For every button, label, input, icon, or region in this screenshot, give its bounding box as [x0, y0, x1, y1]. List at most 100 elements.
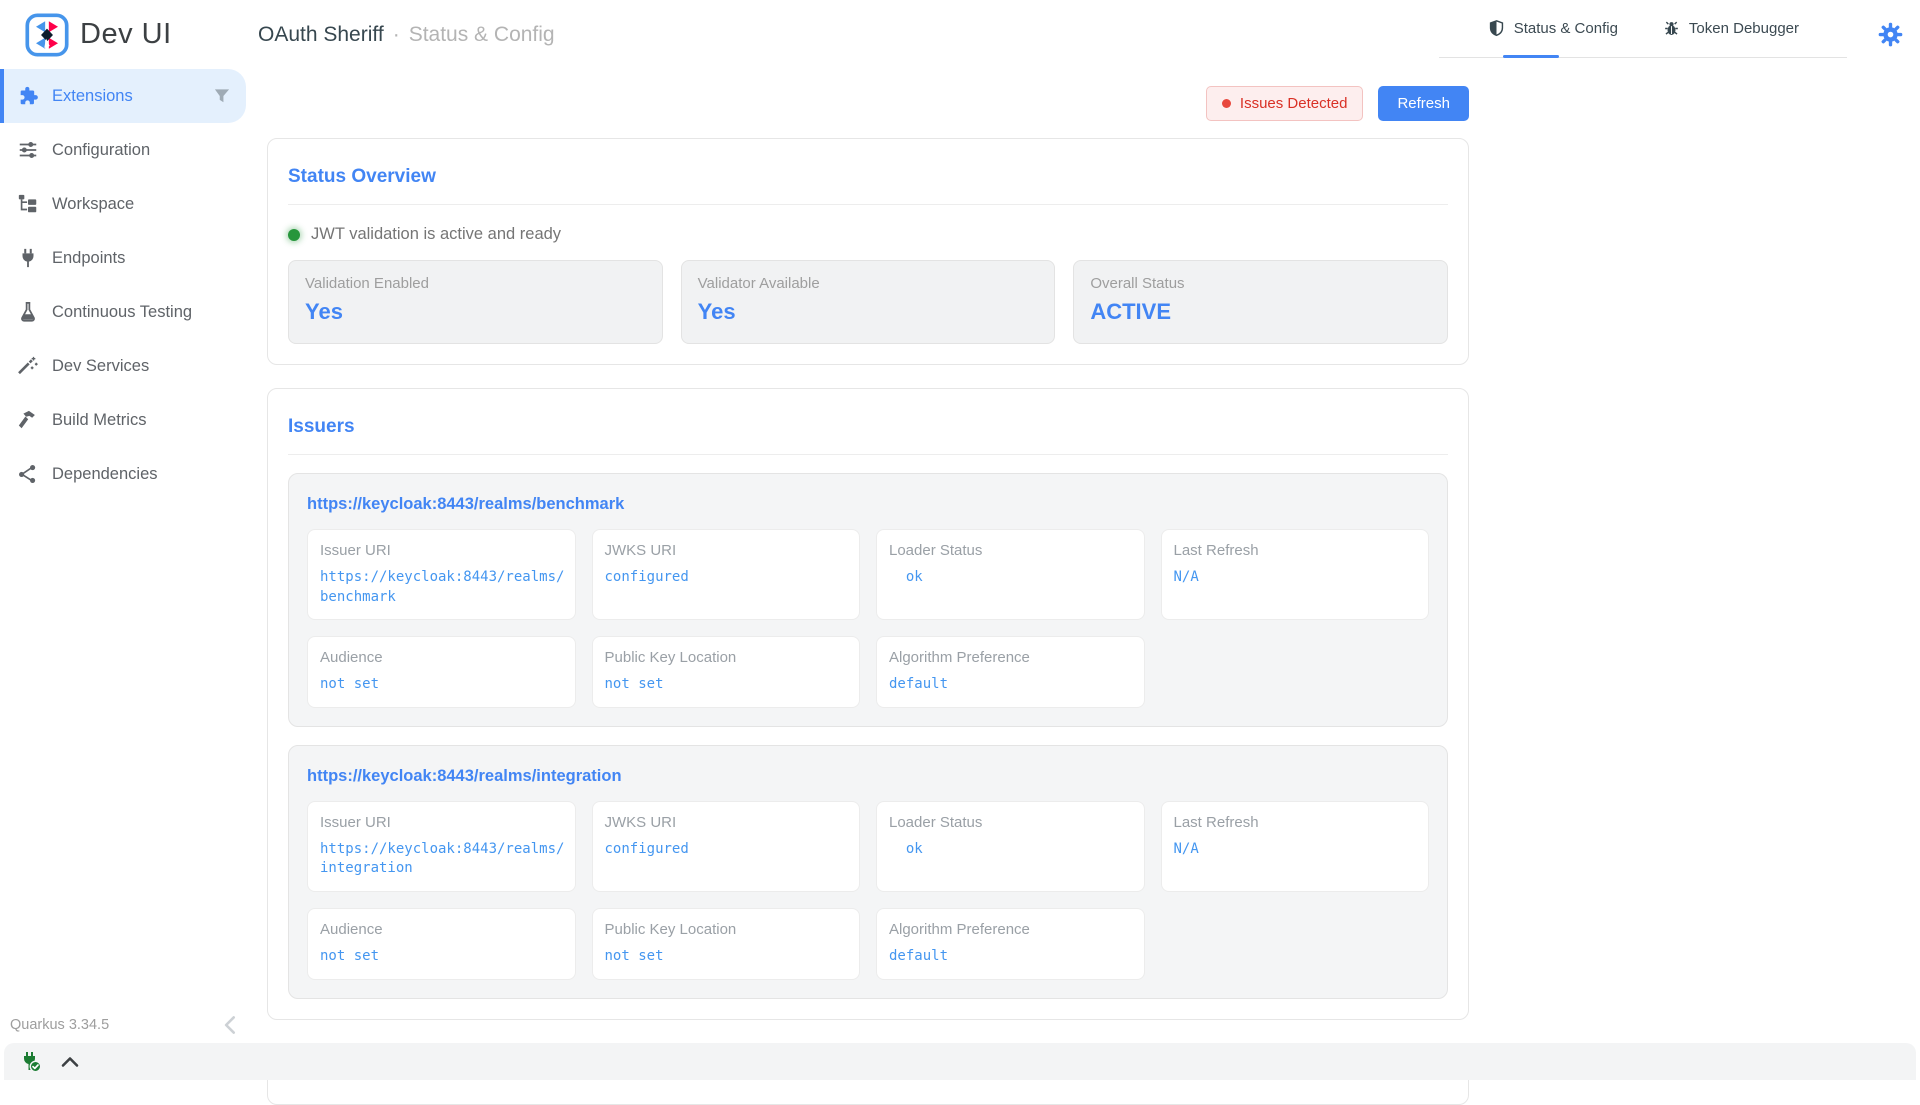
- field-label: Loader Status: [889, 542, 1140, 559]
- field-value: configured: [605, 568, 856, 588]
- page-title-subtitle: Status & Config: [409, 23, 555, 47]
- issuer-name: https://keycloak:8443/realms/integration: [307, 767, 1429, 786]
- tab-label: Token Debugger: [1689, 20, 1799, 37]
- sidebar-item-label: Extensions: [52, 87, 133, 106]
- plug-icon: [17, 247, 39, 269]
- field-value: ok: [889, 568, 1140, 588]
- tab-label: Status & Config: [1514, 20, 1618, 37]
- quarkus-version: Quarkus 3.34.5: [10, 1017, 109, 1033]
- dev-connection-plug-icon: [19, 1050, 43, 1074]
- sidebar: Extensions Configuration Workspace Endpoint…: [0, 69, 246, 1038]
- field-value: not set: [605, 947, 856, 967]
- shield-icon: [1487, 19, 1506, 38]
- sidebar-item-label: Workspace: [52, 195, 134, 214]
- stat-box-validator-available: Validator AvailableYes: [681, 260, 1056, 344]
- field-value: N/A: [1174, 840, 1425, 860]
- sidebar-item-dev-services[interactable]: Dev Services: [0, 339, 246, 393]
- stat-label: Validation Enabled: [305, 275, 646, 292]
- bug-icon: [1662, 19, 1681, 38]
- flask-icon: [17, 301, 39, 323]
- sidebar-item-endpoints[interactable]: Endpoints: [0, 231, 246, 285]
- issues-detected-badge: Issues Detected: [1206, 86, 1364, 121]
- field-issuer-uri: Issuer URI https://keycloak:8443/realms/b…: [307, 529, 576, 620]
- field-label: Issuer URI: [320, 814, 571, 831]
- stat-box-overall-status: Overall StatusACTIVE: [1073, 260, 1448, 344]
- field-last-refresh: Last Refresh N/A: [1161, 801, 1430, 892]
- workspace-icon: [17, 193, 39, 215]
- sidebar-item-label: Dev Services: [52, 357, 149, 376]
- stat-value: ACTIVE: [1090, 299, 1431, 325]
- quarkus-logo-icon: [25, 13, 69, 57]
- field-jwks-uri: JWKS URIconfigured: [592, 801, 861, 892]
- brand: Dev UI: [0, 13, 246, 57]
- field-label: JWKS URI: [605, 542, 856, 559]
- main-content: Issues Detected Refresh Status Overview …: [246, 69, 1920, 1080]
- filter-funnel-icon[interactable]: [212, 86, 232, 106]
- field-value: https://keycloak:8443/realms/integration: [320, 840, 571, 879]
- field-label: Public Key Location: [605, 921, 856, 938]
- field-last-refresh: Last RefreshN/A: [1161, 529, 1430, 620]
- page-title-separator: ·: [393, 23, 400, 47]
- field-label: Last Refresh: [1174, 542, 1425, 559]
- field-jwks-uri: JWKS URI configured: [592, 529, 861, 620]
- field-loader-status: Loader Status ok: [876, 529, 1145, 620]
- field-value: not set: [320, 947, 571, 967]
- sidebar-item-dependencies[interactable]: Dependencies: [0, 447, 246, 501]
- field-issuer-uri: Issuer URI https://keycloak:8443/realms/i…: [307, 801, 576, 892]
- sidebar-item-workspace[interactable]: Workspace: [0, 177, 246, 231]
- sidebar-nav: Extensions Configuration Workspace Endpoint…: [0, 69, 246, 501]
- sidebar-item-extensions[interactable]: Extensions: [0, 69, 246, 123]
- actions-row: Issues Detected Refresh: [267, 86, 1469, 121]
- issuer-fields-row2: Audience not set Public Key Location not se…: [307, 908, 1429, 980]
- sidebar-item-label: Continuous Testing: [52, 303, 192, 322]
- field-label: Audience: [320, 921, 571, 938]
- field-audience: Audience not set: [307, 908, 576, 980]
- field-label: Loader Status: [889, 814, 1140, 831]
- issuer-fields-row1: Issuer URI https://keycloak:8443/realms/b…: [307, 529, 1429, 620]
- app-header: Dev UI OAuth Sheriff · Status & Config S…: [0, 0, 1920, 69]
- field-label: Algorithm Preference: [889, 649, 1140, 666]
- field-public-key-location: Public Key Locationnot set: [592, 636, 861, 708]
- tab-status-config[interactable]: Status & Config: [1465, 0, 1640, 57]
- footer-log-bar[interactable]: [4, 1043, 1916, 1080]
- page-title-main: OAuth Sheriff: [258, 23, 384, 47]
- field-label: Last Refresh: [1174, 814, 1425, 831]
- field-value: configured: [605, 840, 856, 860]
- sidebar-collapse-icon[interactable]: [218, 1012, 244, 1038]
- stat-label: Validator Available: [698, 275, 1039, 292]
- issuer-group: https://keycloak:8443/realms/integration…: [288, 745, 1448, 999]
- field-label: Public Key Location: [605, 649, 856, 666]
- settings-gear-icon[interactable]: [1877, 21, 1904, 48]
- tab-token-debugger[interactable]: Token Debugger: [1640, 0, 1821, 57]
- field-audience: Audiencenot set: [307, 636, 576, 708]
- field-loader-status: Loader Status ok: [876, 801, 1145, 892]
- field-label: Audience: [320, 649, 571, 666]
- issuer-name: https://keycloak:8443/realms/benchmark: [307, 495, 1429, 514]
- footer-expand-chevron-up-icon[interactable]: [58, 1050, 82, 1074]
- sidebar-item-configuration[interactable]: Configuration: [0, 123, 246, 177]
- field-algorithm-preference: Algorithm Preferencedefault: [876, 908, 1145, 980]
- field-value: default: [889, 947, 1140, 967]
- issuer-group: https://keycloak:8443/realms/benchmarkIs…: [288, 473, 1448, 727]
- sidebar-item-build-metrics[interactable]: Build Metrics: [0, 393, 246, 447]
- issues-badge-label: Issues Detected: [1240, 95, 1348, 112]
- issues-dot-icon: [1222, 99, 1231, 108]
- sidebar-item-continuous-testing[interactable]: Continuous Testing: [0, 285, 246, 339]
- status-overview-title: Status Overview: [286, 139, 1450, 204]
- page-title: OAuth Sheriff · Status & Config: [258, 23, 1439, 47]
- sidebar-item-label: Configuration: [52, 141, 150, 160]
- field-value: https://keycloak:8443/realms/benchmark: [320, 568, 571, 607]
- field-algorithm-preference: Algorithm Preferencedefault: [876, 636, 1145, 708]
- refresh-button[interactable]: Refresh: [1378, 86, 1469, 121]
- sidebar-item-label: Dependencies: [52, 465, 158, 484]
- stat-box-validation-enabled: Validation Enabled Yes: [288, 260, 663, 344]
- status-message: JWT validation is active and ready: [311, 225, 561, 244]
- stat-value: Yes: [305, 299, 646, 325]
- divider: [288, 204, 1448, 205]
- divider: [288, 454, 1448, 455]
- sidebar-item-label: Endpoints: [52, 249, 125, 268]
- issuer-fields-row2: Audiencenot setPublic Key Locationnot se…: [307, 636, 1429, 708]
- sidebar-item-label: Build Metrics: [52, 411, 146, 430]
- status-overview-card: Status Overview JWT validation is active…: [267, 138, 1469, 365]
- field-label: Issuer URI: [320, 542, 571, 559]
